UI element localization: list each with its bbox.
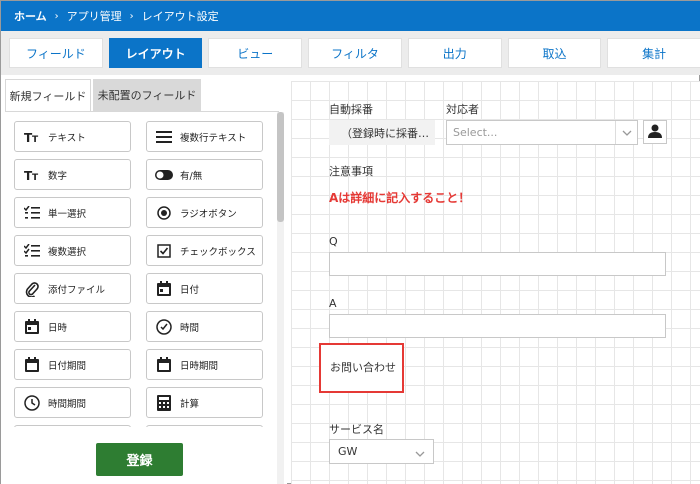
calendar-icon bbox=[155, 280, 173, 298]
field-label: チェックボックス bbox=[180, 246, 256, 258]
field-attachment-button[interactable]: 添付ファイル bbox=[14, 273, 131, 304]
field-label: 単一選択 bbox=[48, 208, 87, 220]
service-name-value: GW bbox=[338, 445, 358, 458]
field-label: 複数行テキスト bbox=[180, 132, 247, 144]
breadcrumb-app-management[interactable]: アプリ管理 bbox=[67, 8, 122, 24]
field-number-button[interactable]: TT 数字 bbox=[14, 159, 131, 190]
clock-icon bbox=[155, 318, 173, 336]
q-input[interactable] bbox=[329, 252, 666, 276]
user-icon bbox=[648, 123, 662, 142]
layout-canvas[interactable]: 自動採番 （登録時に採番… 対応者 Select... 注意事項 Aは詳細に記入… bbox=[291, 81, 700, 484]
svg-text:T: T bbox=[32, 173, 39, 181]
field-time-button[interactable]: 時間 bbox=[146, 311, 263, 342]
field-multiline-text-button[interactable]: 複数行テキスト bbox=[146, 121, 263, 152]
auto-number-label: 自動採番 bbox=[329, 103, 373, 116]
tab-filter[interactable]: フィルタ bbox=[308, 38, 402, 68]
field-label: 日付 bbox=[180, 284, 200, 296]
field-label: テキスト bbox=[48, 132, 86, 144]
calendar-icon bbox=[155, 356, 173, 374]
assignee-select[interactable]: Select... bbox=[446, 120, 638, 145]
assignee-placeholder: Select... bbox=[453, 126, 498, 139]
scrollbar-thumb[interactable] bbox=[277, 112, 284, 222]
user-picker-button[interactable] bbox=[643, 120, 667, 144]
field-list-scrollbar[interactable] bbox=[277, 112, 284, 484]
field-checkbox-button[interactable]: チェックボックス bbox=[146, 235, 263, 266]
notes-label: 注意事項 bbox=[329, 165, 373, 178]
a-label: A bbox=[329, 297, 337, 310]
q-label: Q bbox=[329, 235, 338, 248]
tab-output[interactable]: 出力 bbox=[407, 38, 502, 68]
calculator-icon bbox=[155, 394, 173, 412]
calendar-icon bbox=[23, 356, 41, 374]
field-label: 日時 bbox=[48, 322, 68, 334]
number-icon: TT bbox=[23, 166, 41, 184]
chevron-right-icon: › bbox=[54, 10, 59, 22]
breadcrumb-home[interactable]: ホーム bbox=[14, 8, 47, 24]
field-date-button[interactable]: 日付 bbox=[146, 273, 263, 304]
breadcrumb-layout-settings: レイアウト設定 bbox=[141, 10, 219, 23]
subtab-unplaced-fields[interactable]: 未配置のフィールド bbox=[93, 79, 201, 111]
field-time-period-button[interactable]: 時間期間 bbox=[14, 387, 131, 418]
chevron-down-icon bbox=[615, 121, 637, 144]
checkbox-icon bbox=[155, 242, 173, 260]
chevron-down-icon bbox=[415, 447, 425, 460]
breadcrumb: ホーム › アプリ管理 › レイアウト設定 bbox=[1, 1, 700, 31]
calendar-icon bbox=[23, 318, 41, 336]
field-single-select-button[interactable]: 単一選択 bbox=[14, 197, 131, 228]
attachment-icon bbox=[23, 280, 41, 298]
field-label: 日時期間 bbox=[180, 360, 219, 372]
toggle-icon bbox=[155, 166, 173, 184]
field-label: 有/無 bbox=[180, 170, 203, 182]
field-label: 時間 bbox=[180, 322, 200, 334]
subtab-new-fields[interactable]: 新規フィールド bbox=[5, 79, 91, 111]
register-area: 登録 bbox=[1, 427, 277, 484]
a-input[interactable] bbox=[329, 314, 666, 338]
register-button[interactable]: 登録 bbox=[96, 443, 183, 476]
single-select-icon bbox=[23, 204, 41, 222]
inquiry-label-block[interactable]: お問い合わせ bbox=[319, 343, 404, 393]
text-icon: TT bbox=[23, 128, 41, 146]
tab-layout[interactable]: レイアウト bbox=[108, 38, 203, 68]
tab-field[interactable]: フィールド bbox=[9, 38, 103, 68]
field-multi-select-button[interactable]: 複数選択 bbox=[14, 235, 131, 266]
tab-aggregate[interactable]: 集計 bbox=[607, 38, 700, 68]
field-label: ラジオボタン bbox=[180, 208, 237, 220]
svg-text:T: T bbox=[32, 135, 39, 143]
radio-icon bbox=[155, 204, 173, 222]
field-type-list: TT テキスト 複数行テキスト TT 数字 有/無 単一選択 ラジオボタン 複数… bbox=[1, 112, 279, 427]
main-tabs: フィールド レイアウト ビュー フィルタ 出力 取込 集計 bbox=[1, 31, 700, 75]
field-label: 数字 bbox=[48, 170, 68, 182]
multi-select-icon bbox=[23, 242, 41, 260]
multiline-text-icon bbox=[155, 128, 173, 146]
field-datetime-period-button[interactable]: 日時期間 bbox=[146, 349, 263, 380]
inquiry-label: お問い合わせ bbox=[330, 361, 396, 374]
service-name-select[interactable]: GW bbox=[329, 439, 434, 464]
field-yes-no-button[interactable]: 有/無 bbox=[146, 159, 263, 190]
field-label: 複数選択 bbox=[48, 246, 87, 258]
field-radio-button[interactable]: ラジオボタン bbox=[146, 197, 263, 228]
field-palette: 新規フィールド 未配置のフィールド TT テキスト 複数行テキスト TT 数字 bbox=[1, 75, 287, 484]
tab-view[interactable]: ビュー bbox=[208, 38, 303, 68]
clock-period-icon bbox=[23, 394, 41, 412]
field-label: 計算 bbox=[180, 398, 200, 410]
field-label: 日付期間 bbox=[48, 360, 87, 372]
field-calculation-button[interactable]: 計算 bbox=[146, 387, 263, 418]
field-datetime-button[interactable]: 日時 bbox=[14, 311, 131, 342]
chevron-right-icon: › bbox=[129, 10, 134, 22]
field-date-period-button[interactable]: 日付期間 bbox=[14, 349, 131, 380]
service-name-label: サービス名 bbox=[329, 423, 384, 436]
tab-import[interactable]: 取込 bbox=[507, 38, 602, 68]
field-text-button[interactable]: TT テキスト bbox=[14, 121, 131, 152]
field-label: 添付ファイル bbox=[48, 284, 106, 296]
assignee-label: 対応者 bbox=[446, 103, 479, 116]
field-label: 時間期間 bbox=[48, 398, 87, 410]
auto-number-field: （登録時に採番… bbox=[329, 120, 435, 145]
notes-text: Aは詳細に記入すること！ bbox=[329, 191, 471, 205]
